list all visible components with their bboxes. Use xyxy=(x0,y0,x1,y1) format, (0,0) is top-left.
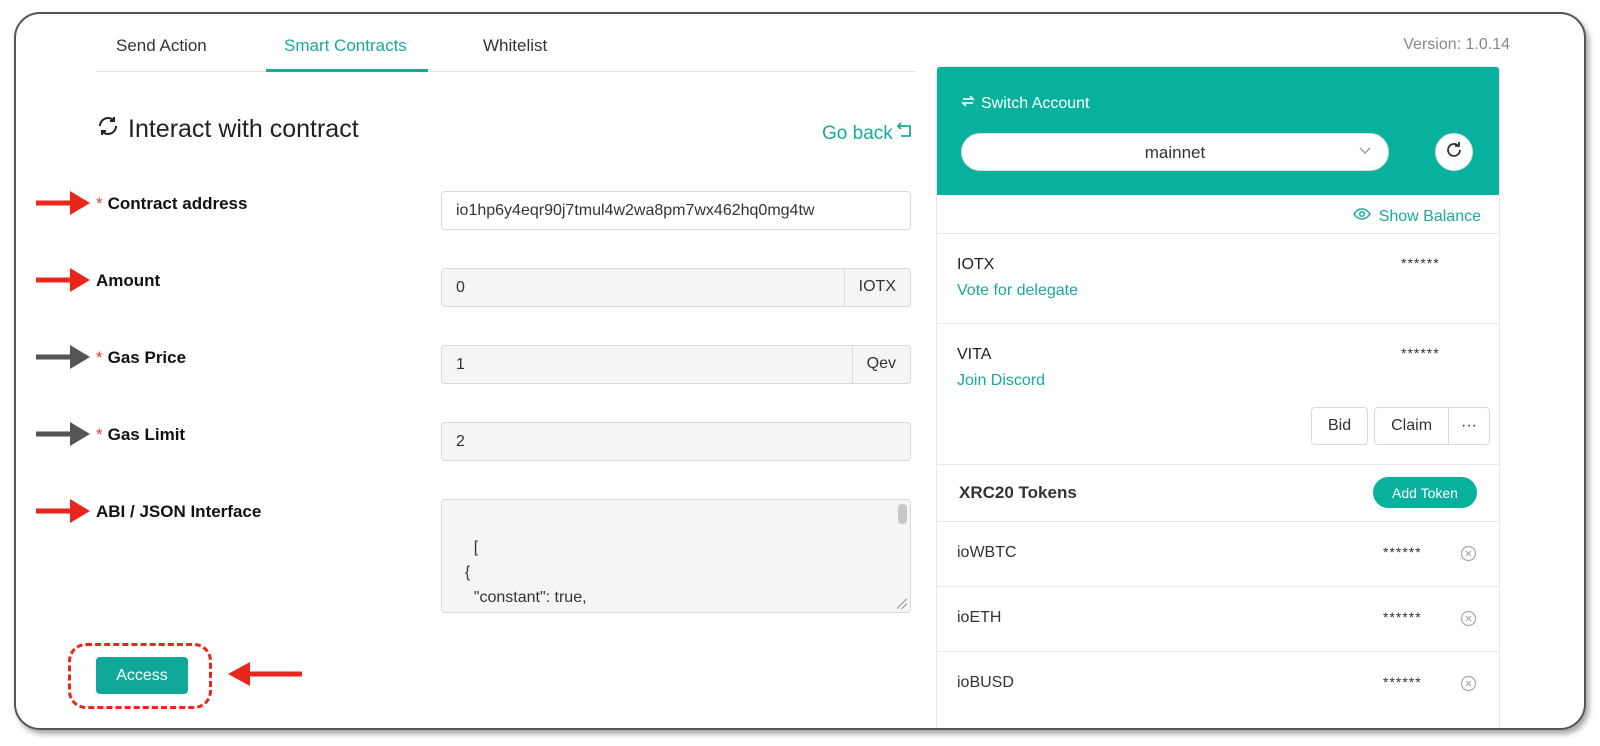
label-text: Gas Price xyxy=(107,348,187,367)
required-marker: * xyxy=(96,425,103,444)
abi-label: ABI / JSON Interface xyxy=(96,502,261,522)
coin-balance-iotx: ****** xyxy=(1401,255,1440,271)
remove-circle-icon[interactable] xyxy=(1460,610,1477,627)
tab-bar: Send Action Smart Contracts Whitelist xyxy=(96,14,916,72)
abi-textarea[interactable]: [ { "constant": true, "inputs": [], xyxy=(441,499,911,613)
join-discord-link[interactable]: Join Discord xyxy=(957,372,1045,390)
coin-balance-vita: ****** xyxy=(1401,345,1440,361)
xrc20-title: XRC20 Tokens xyxy=(959,483,1077,502)
divider xyxy=(937,323,1499,324)
go-back-link[interactable]: Go back xyxy=(822,122,913,146)
claim-button[interactable]: Claim xyxy=(1374,407,1450,445)
divider xyxy=(937,651,1499,652)
required-marker: * xyxy=(96,194,103,213)
token-name: ioBUSD xyxy=(957,674,1014,691)
amount-label: Amount xyxy=(96,271,160,291)
divider xyxy=(937,464,1499,465)
show-balance-label: Show Balance xyxy=(1378,207,1481,225)
label-text: Gas Limit xyxy=(107,425,186,444)
annotation-arrow-gray xyxy=(36,345,90,369)
divider xyxy=(937,521,1499,522)
return-icon xyxy=(895,122,913,146)
input-value: 1 xyxy=(456,356,465,373)
coin-name-iotx: IOTX xyxy=(957,256,995,273)
token-balance: ****** xyxy=(1383,609,1422,625)
token-name: ioETH xyxy=(957,609,1002,626)
go-back-label: Go back xyxy=(822,123,893,144)
switch-icon xyxy=(961,94,975,113)
network-value: mainnet xyxy=(1144,143,1206,162)
page-title: Interact with contract xyxy=(96,114,359,145)
coin-name-vita: VITA xyxy=(957,346,992,363)
input-value: io1hp6y4eqr90j7tmul4w2wa8pm7wx462hq0mg4t… xyxy=(456,202,815,219)
gas-price-input[interactable]: 1 Qev xyxy=(441,345,911,384)
refresh-button[interactable] xyxy=(1435,133,1473,171)
amount-unit-addon: IOTX xyxy=(843,268,911,307)
gas-limit-input[interactable]: 2 xyxy=(441,422,911,461)
input-value: 2 xyxy=(456,433,465,450)
label-text: Amount xyxy=(96,271,161,290)
divider xyxy=(937,586,1499,587)
label-text: Contract address xyxy=(107,194,248,213)
access-button[interactable]: Access xyxy=(96,657,188,694)
annotation-arrow-red-left xyxy=(228,662,302,686)
annotation-arrow-red xyxy=(36,268,90,292)
contract-address-input[interactable]: io1hp6y4eqr90j7tmul4w2wa8pm7wx462hq0mg4t… xyxy=(441,191,911,230)
refresh-icon xyxy=(96,114,120,145)
token-balance: ****** xyxy=(1383,544,1422,560)
tab-whitelist[interactable]: Whitelist xyxy=(483,36,547,56)
label-text: ABI / JSON Interface xyxy=(96,502,262,521)
account-panel: Switch Account mainnet Show Balance IOTX… xyxy=(936,66,1500,728)
resize-handle-icon[interactable] xyxy=(897,599,907,609)
token-balance: ****** xyxy=(1383,674,1422,690)
active-tab-indicator xyxy=(266,69,428,72)
tab-send-action[interactable]: Send Action xyxy=(116,36,207,56)
more-button[interactable]: ··· xyxy=(1449,407,1490,445)
textarea-scrollbar[interactable] xyxy=(898,504,907,524)
remove-circle-icon[interactable] xyxy=(1460,675,1477,692)
page-title-text: Interact with contract xyxy=(128,115,359,143)
network-select[interactable]: mainnet xyxy=(961,133,1389,171)
tab-smart-contracts[interactable]: Smart Contracts xyxy=(284,36,407,56)
gas-limit-label: * Gas Limit xyxy=(96,425,185,445)
vote-for-delegate-link[interactable]: Vote for delegate xyxy=(957,282,1078,300)
show-balance-toggle[interactable]: Show Balance xyxy=(1352,207,1481,226)
amount-input[interactable]: 0 IOTX xyxy=(441,268,911,307)
eye-icon xyxy=(1352,207,1371,226)
token-name: ioWBTC xyxy=(957,544,1017,561)
refresh-icon xyxy=(1444,140,1464,165)
account-header: Switch Account mainnet xyxy=(937,67,1499,195)
input-value: 0 xyxy=(456,279,465,296)
bid-button[interactable]: Bid xyxy=(1311,407,1369,445)
app-window: Send Action Smart Contracts Whitelist Ve… xyxy=(14,12,1586,730)
annotation-arrow-gray xyxy=(36,422,90,446)
remove-circle-icon[interactable] xyxy=(1460,545,1477,562)
gas-price-label: * Gas Price xyxy=(96,348,186,368)
annotation-arrow-red xyxy=(36,499,90,523)
divider xyxy=(937,233,1499,234)
vita-actions: Bid Claim ··· xyxy=(1311,407,1490,445)
add-token-button[interactable]: Add Token xyxy=(1373,477,1477,508)
required-marker: * xyxy=(96,348,103,367)
switch-account-button[interactable]: Switch Account xyxy=(961,94,1090,113)
chevron-down-icon xyxy=(1358,142,1372,162)
switch-account-label: Switch Account xyxy=(981,94,1090,112)
version-label: Version: 1.0.14 xyxy=(1403,36,1510,53)
annotation-arrow-red xyxy=(36,191,90,215)
gas-price-unit-addon: Qev xyxy=(851,345,911,384)
contract-address-label: * Contract address xyxy=(96,194,247,214)
textarea-value: [ { "constant": true, "inputs": [], xyxy=(464,539,587,606)
